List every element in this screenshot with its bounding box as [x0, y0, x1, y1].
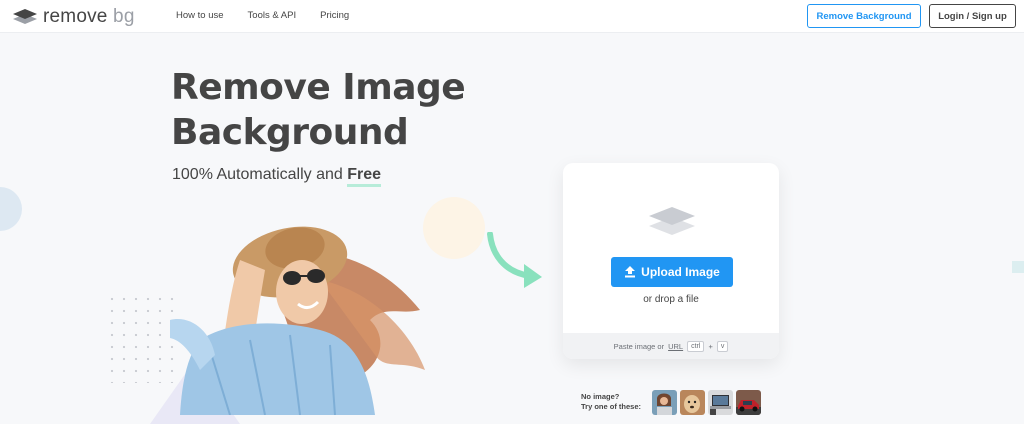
nav-pricing[interactable]: Pricing: [320, 10, 349, 21]
layers-icon: [649, 207, 695, 235]
main-nav: How to use Tools & API Pricing: [176, 10, 349, 21]
title-line-1: Remove Image: [171, 67, 466, 108]
upload-arrow-icon: [625, 266, 636, 278]
remove-background-button[interactable]: Remove Background: [807, 4, 921, 28]
sample-laptop-image[interactable]: [708, 390, 733, 415]
key-ctrl: ctrl: [687, 340, 705, 352]
paste-url-link[interactable]: URL: [668, 342, 683, 351]
sample-prompt-line2: Try one of these:: [581, 402, 642, 411]
paste-bar: Paste image or URL ctrl + v: [563, 333, 779, 359]
nav-how-to-use[interactable]: How to use: [176, 10, 224, 21]
sample-person-image[interactable]: [652, 390, 677, 415]
key-v: v: [716, 340, 729, 352]
logo[interactable]: remove bg: [13, 6, 135, 28]
page-title: Remove Image Background: [171, 65, 466, 155]
logo-text: remove bg: [43, 6, 135, 27]
key-plus: +: [708, 341, 713, 351]
upload-card[interactable]: Upload Image or drop a file Paste image …: [563, 163, 779, 359]
sample-prompt: No image? Try one of these:: [581, 392, 641, 412]
sample-prompt-line1: No image?: [581, 392, 620, 401]
sample-car-image[interactable]: [736, 390, 761, 415]
sample-images: [652, 390, 761, 415]
logo-layers-icon: [13, 9, 37, 24]
subtitle-prefix: 100% Automatically and: [172, 166, 343, 183]
sample-dog-image[interactable]: [680, 390, 705, 415]
curved-arrow-icon: [487, 232, 542, 288]
upload-button-label: Upload Image: [641, 265, 720, 279]
page-subtitle: 100% Automatically and Free: [172, 166, 382, 187]
top-navbar: remove bg How to use Tools & API Pricing…: [0, 0, 1024, 33]
drop-file-text: or drop a file: [643, 294, 699, 305]
login-signup-button[interactable]: Login / Sign up: [929, 4, 1016, 28]
nav-tools-api[interactable]: Tools & API: [248, 10, 297, 21]
subtitle-free: Free: [347, 166, 382, 187]
hero-woman-image: [170, 226, 425, 415]
decorative-square-right: [1012, 261, 1024, 273]
title-line-2: Background: [171, 112, 409, 153]
paste-prefix: Paste image or: [613, 341, 665, 351]
decorative-circle-left: [0, 187, 22, 231]
upload-image-button[interactable]: Upload Image: [611, 257, 733, 287]
